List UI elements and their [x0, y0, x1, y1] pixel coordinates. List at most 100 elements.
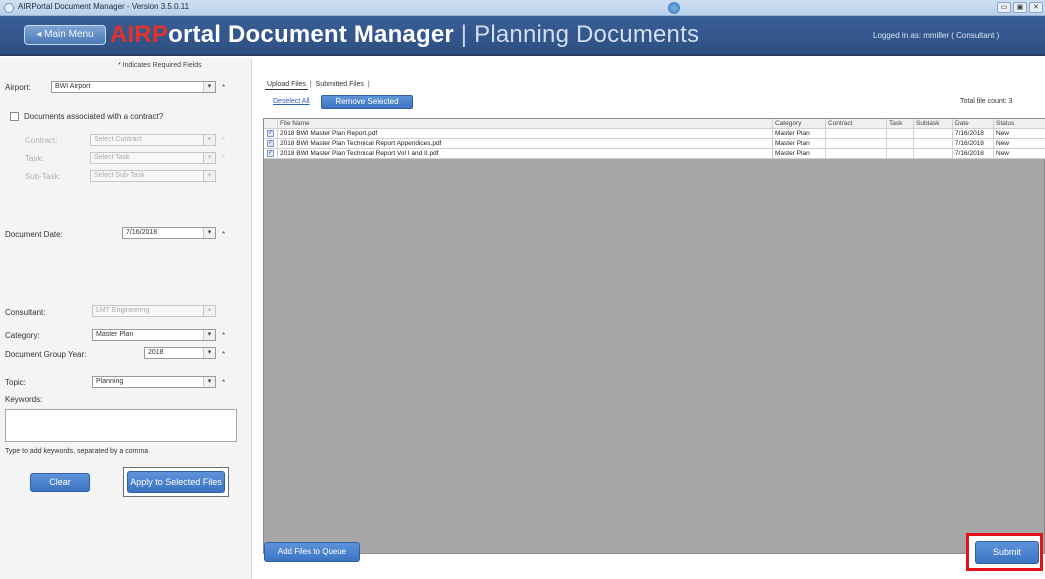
brand-prefix: AIRP — [110, 21, 169, 48]
contract-checkbox[interactable] — [10, 112, 19, 121]
category-select[interactable]: Master Plan ▾ — [92, 329, 216, 341]
tab-separator: | — [367, 81, 370, 88]
column-header-date[interactable]: Date — [953, 119, 994, 128]
brand-separator: | — [460, 21, 468, 48]
subtask-cell — [914, 129, 953, 138]
consultant-label: Consultant: — [5, 308, 46, 317]
document-date-picker[interactable]: 7/16/2018 ▾ — [122, 227, 216, 239]
column-header-status[interactable]: Status — [994, 119, 1045, 128]
file-name-cell: 2018 BWI Master Plan Technical Report Ap… — [278, 139, 773, 148]
metadata-form-panel: * Indicates Required Fields Airport: BWI… — [0, 58, 252, 579]
chevron-down-icon: ▾ — [203, 348, 215, 358]
subtask-value: Select Sub-Task — [94, 172, 145, 179]
table-row[interactable]: ✓ 2018 BWI Master Plan Technical Report … — [264, 139, 1045, 149]
app-brand: AIRPortal Document Manager | Planning Do… — [110, 21, 699, 49]
document-date-value: 7/16/2018 — [126, 229, 158, 236]
file-queue-panel: Upload Files | Submitted Files | Deselec… — [253, 58, 1045, 579]
group-year-select[interactable]: 2018 ▾ — [144, 347, 216, 359]
status-cell: New — [996, 150, 1010, 157]
required-star: * — [222, 230, 226, 239]
chevron-down-icon: ▾ — [203, 330, 215, 340]
contract-value: Select Contract — [94, 136, 142, 143]
minimize-button[interactable]: ▭ — [997, 2, 1011, 13]
window-title: AIRPortal Document Manager - Version 3.5… — [18, 2, 190, 11]
consultant-select: LMT Engineering ▾ — [92, 305, 216, 317]
topic-select[interactable]: Planning ▾ — [92, 376, 216, 388]
app-header: ◂ Main Menu AIRPortal Document Manager |… — [0, 16, 1045, 56]
contract-cell — [826, 149, 887, 158]
date-cell: 7/16/2018 — [953, 139, 994, 148]
airport-label: Airport: — [5, 83, 31, 92]
contract-cell — [826, 129, 887, 138]
clear-button[interactable]: Clear — [30, 473, 90, 492]
task-cell — [887, 139, 914, 148]
brand-name: ortal Document Manager — [168, 21, 454, 48]
add-files-to-queue-button[interactable]: Add Files to Queue — [264, 542, 360, 562]
submit-button[interactable]: Submit — [975, 541, 1039, 564]
group-year-value: 2018 — [148, 349, 164, 356]
chevron-down-icon: ▾ — [203, 135, 215, 145]
total-file-count: Total file count: 3 — [960, 98, 1013, 105]
topic-value: Planning — [96, 378, 124, 385]
row-checkbox[interactable]: ✓ — [267, 130, 274, 137]
remove-selected-button[interactable]: Remove Selected — [321, 95, 413, 109]
file-name-cell: 2018 BWI Master Plan Technical Report Vo… — [278, 149, 773, 158]
group-year-label: Document Group Year: — [5, 350, 87, 359]
document-date-label: Document Date: — [5, 230, 63, 239]
subtask-select[interactable]: Select Sub-Task ▾ — [90, 170, 216, 182]
window-controls: ▭ ▣ ✕ — [997, 2, 1043, 13]
main-menu-button[interactable]: ◂ Main Menu — [24, 25, 106, 45]
chevron-down-icon: ▾ — [203, 228, 215, 238]
subtask-cell — [914, 139, 953, 148]
category-label: Category: — [5, 331, 40, 340]
table-header-row: File Name Category Contract Task Subtask… — [264, 119, 1045, 129]
subtask-label: Sub-Task: — [25, 172, 61, 181]
airport-select[interactable]: BWI Airport ▾ — [51, 81, 216, 93]
maximize-button[interactable]: ▣ — [1013, 2, 1027, 13]
deselect-all-link[interactable]: Deselect All — [273, 98, 310, 105]
contract-label: Contract: — [25, 136, 58, 145]
required-star: * — [222, 136, 226, 145]
keywords-input[interactable] — [5, 409, 237, 442]
tab-upload-files[interactable]: Upload Files — [265, 80, 308, 90]
column-header-file-name[interactable]: File Name — [278, 119, 773, 128]
table-row[interactable]: ✓ 2018 BWI Master Plan Report.pdf Master… — [264, 129, 1045, 139]
contract-checkbox-label: Documents associated with a contract? — [24, 112, 164, 121]
required-star: * — [222, 154, 226, 163]
contract-select[interactable]: Select Contract ▾ — [90, 134, 216, 146]
chevron-down-icon: ▾ — [203, 82, 215, 92]
airport-value: BWI Airport — [55, 83, 91, 90]
column-header-category[interactable]: Category — [773, 119, 826, 128]
table-row[interactable]: ✓ 2018 BWI Master Plan Technical Report … — [264, 149, 1045, 159]
required-star: * — [222, 83, 226, 92]
column-header-task[interactable]: Task — [887, 119, 914, 128]
chevron-down-icon: ▾ — [203, 377, 215, 387]
chevron-down-icon: ▾ — [203, 306, 215, 316]
row-checkbox[interactable]: ✓ — [267, 150, 274, 157]
tab-separator: | — [309, 81, 312, 88]
status-cell: New — [996, 140, 1010, 147]
row-checkbox[interactable]: ✓ — [267, 140, 274, 147]
close-button[interactable]: ✕ — [1029, 2, 1043, 13]
logged-in-status: Logged in as: mmiller ( Consultant ) — [873, 31, 1000, 40]
required-star: * — [222, 350, 226, 359]
required-fields-note: * Indicates Required Fields — [118, 62, 202, 69]
task-value: Select Task — [94, 154, 130, 161]
file-tabs: Upload Files | Submitted Files | — [265, 80, 370, 90]
keywords-hint: Type to add keywords, separated by a com… — [5, 448, 149, 455]
column-header-subtask[interactable]: Subtask — [914, 119, 953, 128]
tab-submitted-files[interactable]: Submitted Files — [314, 80, 366, 89]
consultant-value: LMT Engineering — [96, 307, 150, 314]
date-cell: 7/16/2018 — [953, 149, 994, 158]
task-select[interactable]: Select Task ▾ — [90, 152, 216, 164]
status-cell: New — [996, 130, 1010, 137]
keywords-label: Keywords: — [5, 395, 43, 404]
chevron-down-icon: ▾ — [203, 153, 215, 163]
apply-to-selected-files-button[interactable]: Apply to Selected Files — [127, 471, 225, 493]
column-header-contract[interactable]: Contract — [826, 119, 887, 128]
category-cell: Master Plan — [773, 129, 826, 138]
task-cell — [887, 129, 914, 138]
file-name-cell: 2018 BWI Master Plan Report.pdf — [278, 129, 773, 138]
category-cell: Master Plan — [773, 149, 826, 158]
date-cell: 7/16/2018 — [953, 129, 994, 138]
